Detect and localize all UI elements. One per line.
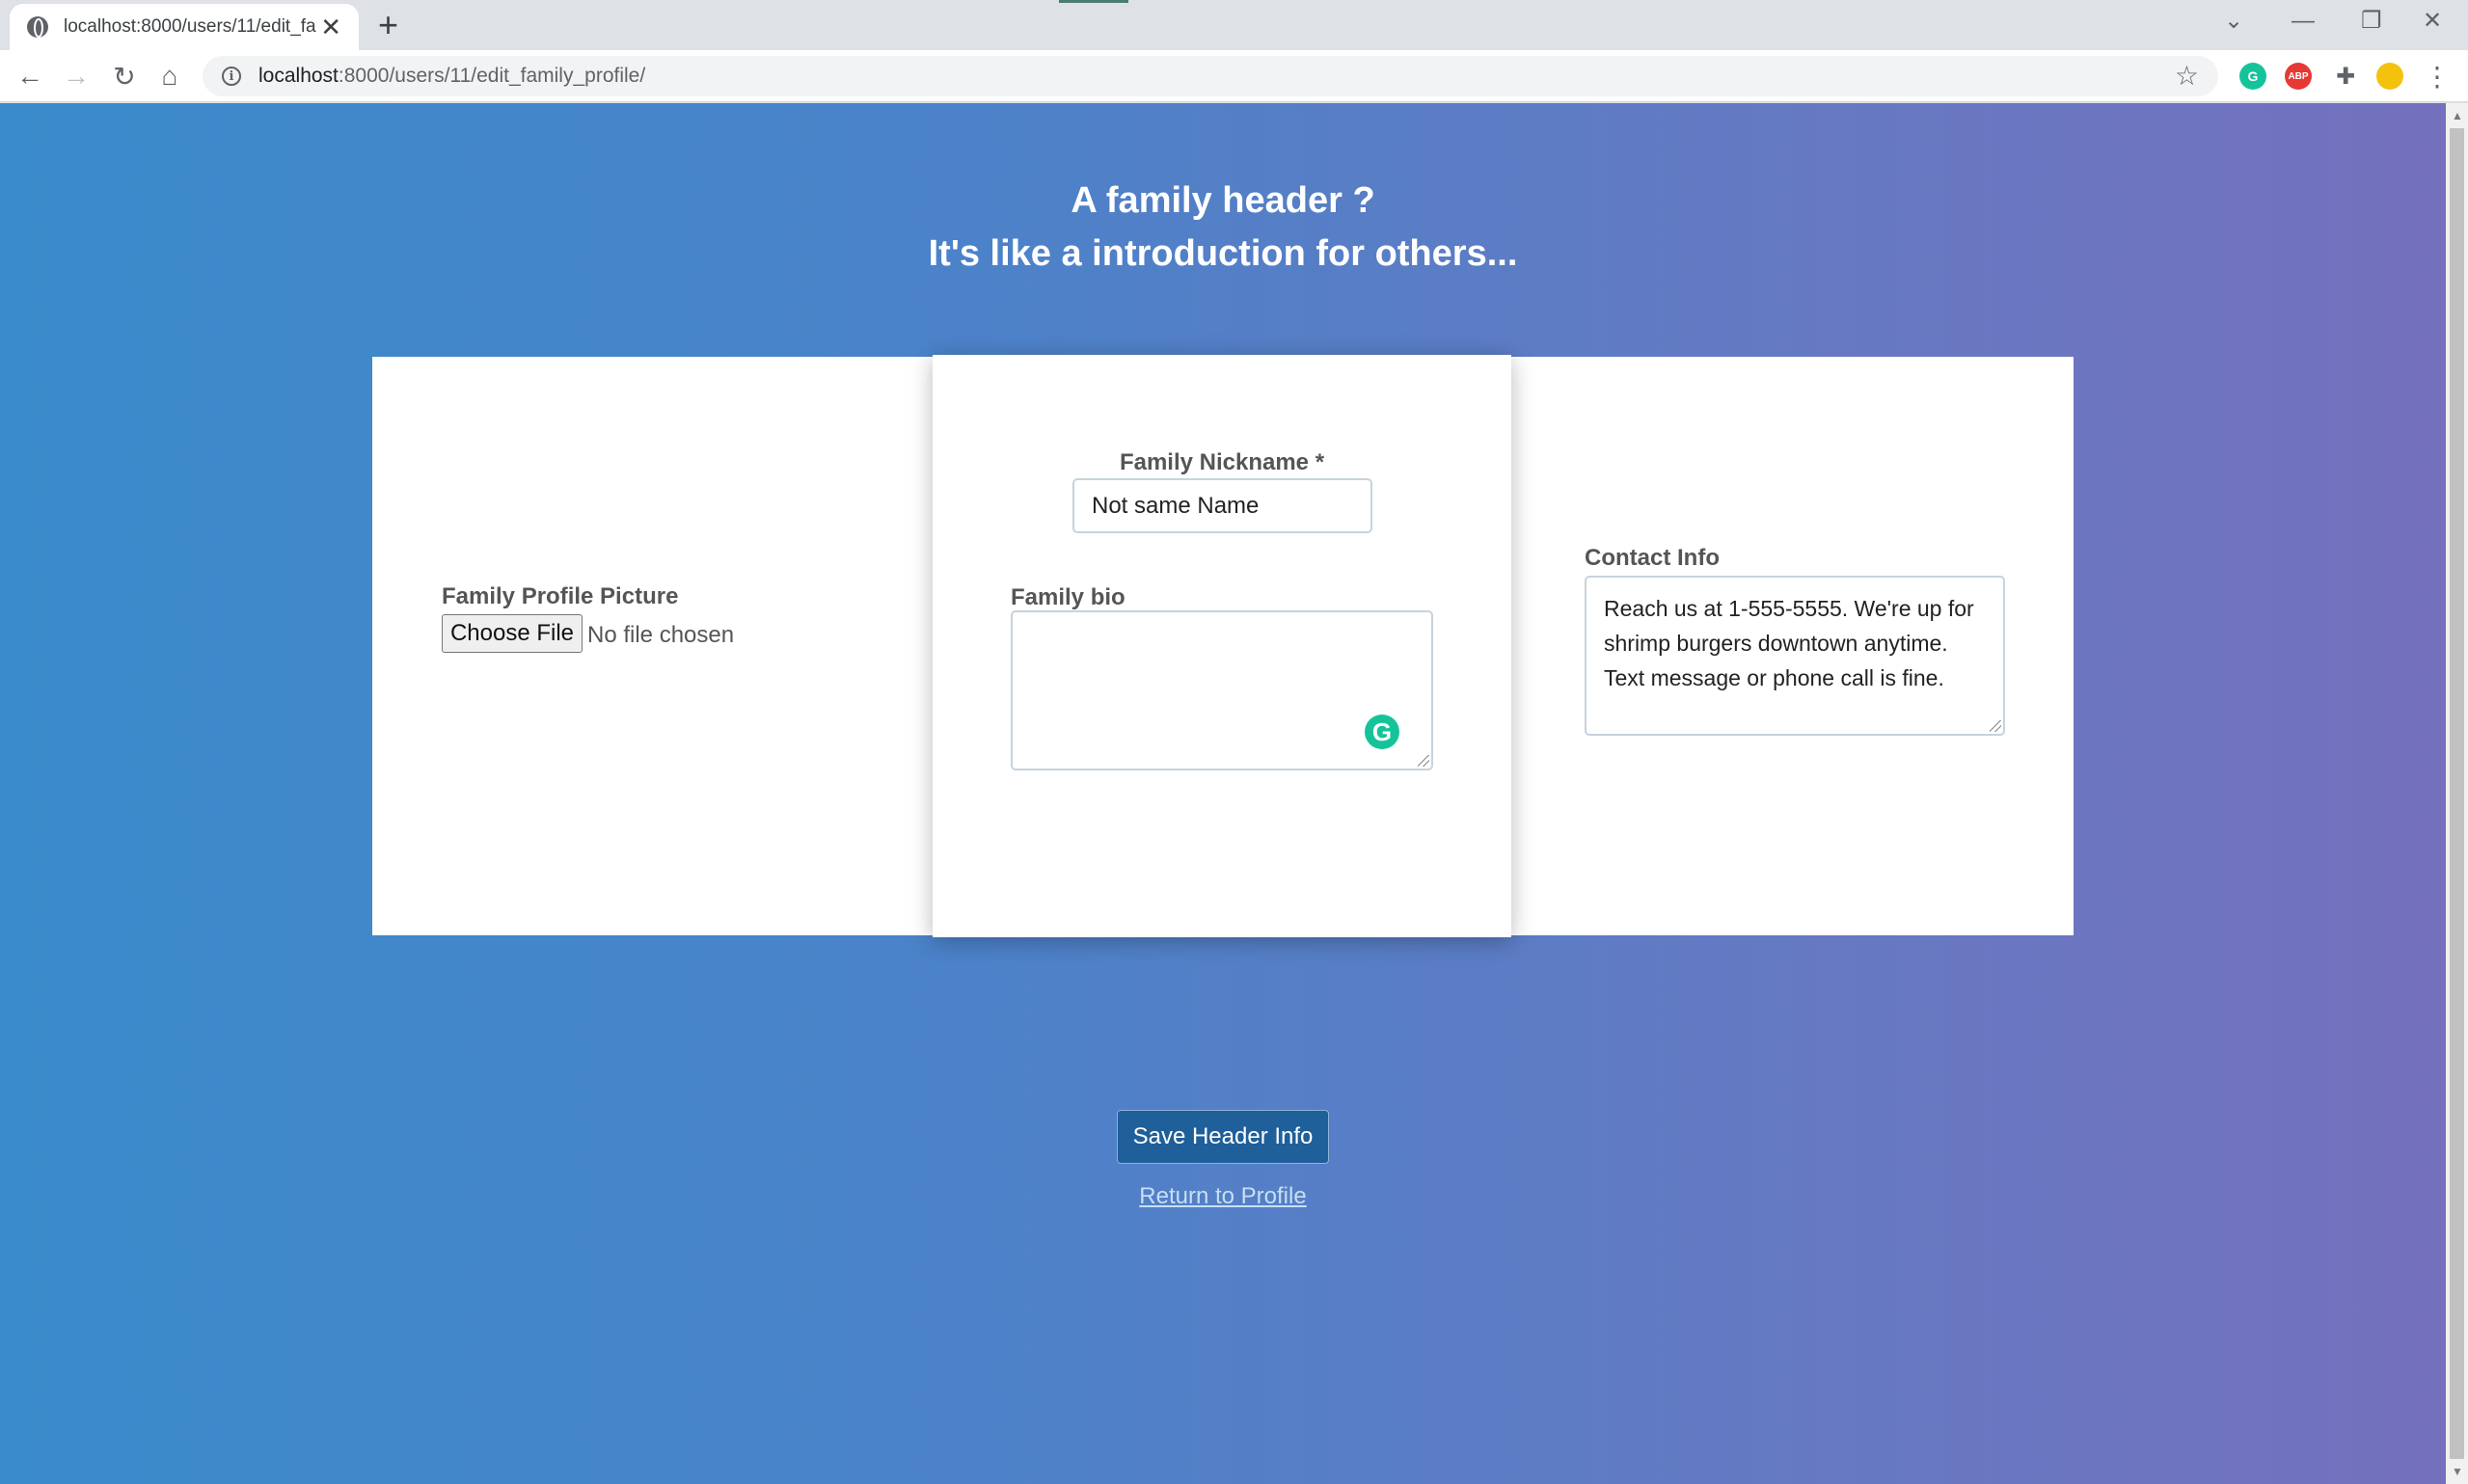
scroll-up-icon[interactable]: ▲ — [2452, 109, 2463, 122]
restore-button[interactable]: ❐ — [2361, 4, 2382, 39]
profile-form-card: Family Profile Picture Choose File No fi… — [372, 355, 2074, 937]
tab-title: localhost:8000/users/11/edit_fam — [64, 16, 316, 37]
close-window-button[interactable]: ✕ — [2423, 4, 2442, 39]
scrollbar-thumb[interactable] — [2450, 128, 2464, 1459]
profile-avatar[interactable] — [2376, 63, 2403, 90]
page-heading-line2: It's like a introduction for others... — [928, 233, 1518, 274]
address-bar[interactable]: i localhost:8000/users/11/edit_family_pr… — [203, 56, 2218, 96]
grammarly-extension-icon[interactable]: G — [2239, 63, 2266, 90]
save-header-button[interactable]: Save Header Info — [1117, 1110, 1329, 1164]
globe-icon — [27, 16, 48, 38]
tab-strip: localhost:8000/users/11/edit_fam ✕ + ⌄ —… — [0, 0, 2468, 50]
picture-label: Family Profile Picture — [442, 583, 679, 609]
url-text: localhost:8000/users/11/edit_family_prof… — [258, 65, 646, 87]
page-scrollbar[interactable]: ▲ ▼ — [2446, 103, 2468, 1484]
nickname-label: Family Nickname * — [1119, 449, 1325, 475]
reload-icon[interactable]: ↻ — [106, 58, 143, 94]
back-arrow-icon[interactable]: ← — [12, 58, 48, 94]
middle-panel: Family Nickname * Not same Name Family b… — [933, 355, 1511, 937]
return-to-profile-link[interactable]: Return to Profile — [0, 1183, 2446, 1210]
resize-handle[interactable] — [1990, 720, 2001, 732]
browser-tab[interactable]: localhost:8000/users/11/edit_fam ✕ — [10, 4, 359, 50]
browser-toolbar: ← → ↻ ⌂ i localhost:8000/users/11/edit_f… — [0, 50, 2468, 102]
minimize-button[interactable]: — — [2292, 4, 2315, 39]
adblock-extension-icon[interactable]: ABP — [2285, 63, 2312, 90]
page-heading-line1: A family header ? — [1071, 180, 1375, 221]
resize-handle[interactable] — [1418, 755, 1429, 767]
scroll-down-icon[interactable]: ▼ — [2452, 1465, 2463, 1478]
new-tab-button[interactable]: + — [378, 6, 398, 44]
file-status: No file chosen — [587, 622, 735, 648]
close-tab-icon[interactable]: ✕ — [320, 14, 341, 40]
tab-search-icon[interactable]: ⌄ — [2224, 4, 2243, 39]
menu-kebab-icon[interactable]: ⋮ — [2419, 58, 2455, 94]
extensions-puzzle-icon[interactable]: ✚ — [2327, 58, 2364, 94]
bookmark-star-icon[interactable]: ☆ — [2175, 60, 2199, 92]
info-icon[interactable]: i — [222, 67, 241, 86]
page-body: A family header ? It's like a introducti… — [0, 103, 2446, 1484]
bio-label: Family bio — [1011, 584, 1126, 610]
contact-textarea[interactable]: Reach us at 1-555-5555. We're up for shr… — [1585, 576, 2005, 736]
tab-indicator — [1059, 0, 1128, 3]
nickname-input[interactable]: Not same Name — [1072, 478, 1372, 533]
bio-textarea[interactable]: G — [1011, 610, 1433, 770]
home-icon[interactable]: ⌂ — [151, 58, 188, 94]
choose-file-button[interactable]: Choose File — [442, 614, 583, 653]
forward-arrow-icon[interactable]: → — [58, 58, 95, 94]
contact-label: Contact Info — [1585, 545, 1720, 571]
grammarly-icon[interactable]: G — [1365, 715, 1399, 749]
